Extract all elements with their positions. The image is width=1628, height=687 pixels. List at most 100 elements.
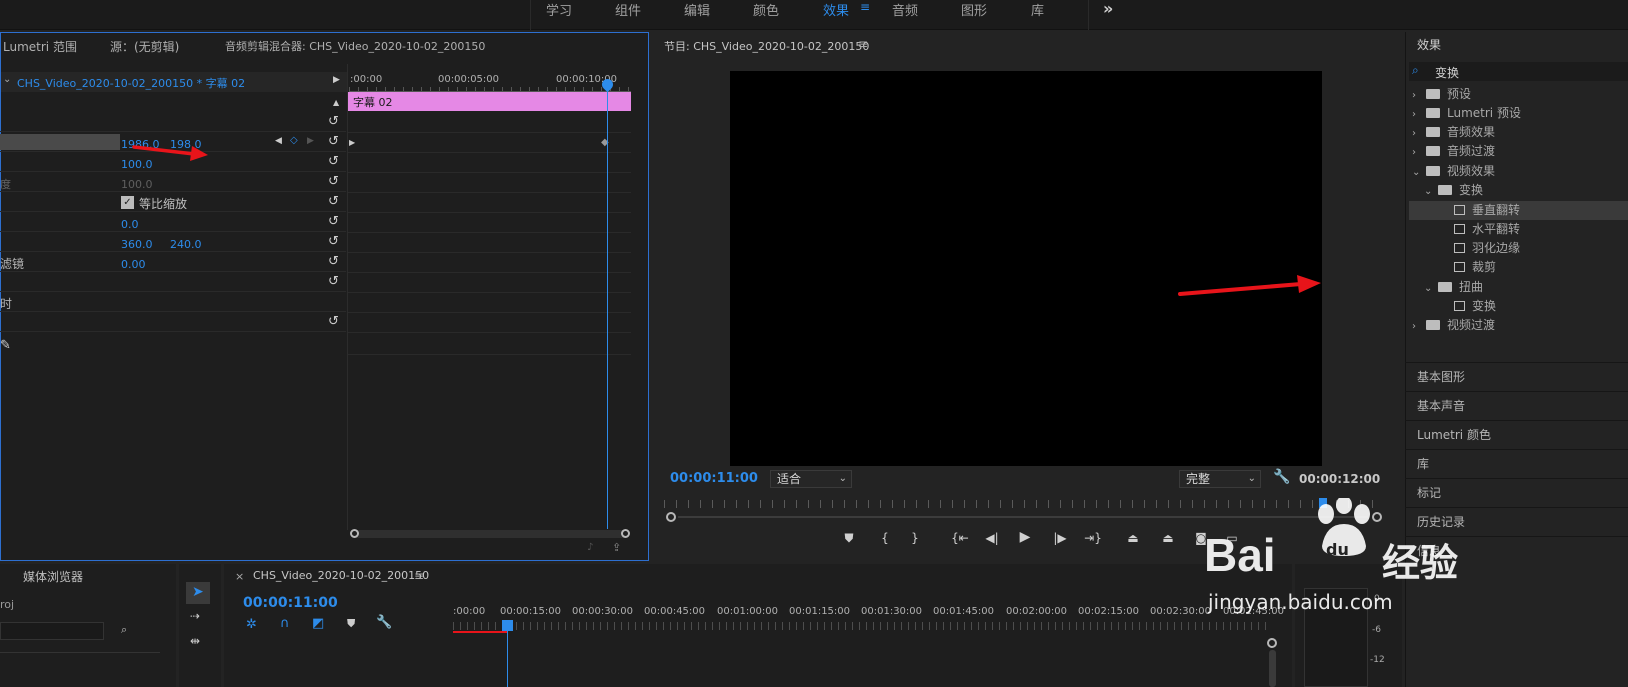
effects-panel-title[interactable]: 效果 [1417, 36, 1441, 53]
panel-essential-graphics[interactable]: 基本图形 [1405, 362, 1628, 391]
chevron-down-icon[interactable]: ⌄ [3, 74, 11, 85]
tree-lumetri-presets[interactable]: › Lumetri 预设 [1412, 104, 1521, 123]
track-select-tool-icon[interactable]: ⇢ [190, 609, 200, 623]
tab-source[interactable]: 源：(无剪辑) [110, 38, 179, 55]
go-to-in-icon[interactable]: {⇤ [950, 531, 970, 545]
tab-audio-clip-mixer[interactable]: 音频剪辑混合器: CHS_Video_2020-10-02_200150 [225, 38, 485, 54]
ec-zoom-scrollbar[interactable] [350, 529, 630, 538]
wrench-icon[interactable]: 🔧 [1273, 469, 1290, 485]
workspace-assembly[interactable]: 组件 [615, 0, 641, 19]
workspace-editing[interactable]: 编辑 [684, 0, 710, 19]
title-clip-bar[interactable]: 字幕 02 [348, 92, 631, 111]
step-forward-icon[interactable]: |▶ [1052, 531, 1068, 545]
export-icon[interactable]: ⇪ [612, 541, 621, 554]
workspace-menu-icon[interactable]: ≡ [860, 0, 870, 14]
timeline-playhead-handle[interactable] [502, 620, 513, 631]
reset-icon[interactable]: ↺ [328, 215, 342, 229]
tree-presets[interactable]: › 预设 [1412, 85, 1471, 104]
panel-lumetri-color[interactable]: Lumetri 颜色 [1405, 420, 1628, 449]
uniform-scale-checkbox[interactable]: ✓ [121, 196, 134, 209]
next-keyframe-icon[interactable]: ▶ [307, 136, 314, 146]
position-slider[interactable] [0, 134, 120, 150]
linked-selection-icon[interactable]: ◩ [312, 616, 324, 631]
program-video-frame[interactable] [730, 71, 1322, 466]
add-marker-icon[interactable]: ⛊ [347, 617, 355, 631]
timeline-zoom-handle[interactable] [1267, 638, 1277, 648]
timeline-ruler[interactable]: :00:00 00:00:15:00 00:00:30:00 00:00:45:… [453, 604, 1284, 634]
lift-icon[interactable]: ⏏ [1125, 531, 1141, 545]
timeline-vscrollbar[interactable] [1269, 650, 1276, 687]
workspace-graphics[interactable]: 图形 [961, 0, 987, 19]
play-icon[interactable]: ▶ [1017, 529, 1033, 545]
collapse-icon[interactable]: ▲ [333, 98, 339, 107]
tree-video-transitions[interactable]: › 视频过渡 [1412, 316, 1495, 335]
reset-icon[interactable]: ↺ [328, 275, 342, 289]
project-search-input[interactable] [0, 622, 104, 640]
pen-icon[interactable]: ✎ [0, 338, 11, 353]
tree-transform-folder[interactable]: ⌄ 变换 [1424, 181, 1483, 200]
effects-search-input[interactable]: ⌕ 变换 [1409, 62, 1628, 81]
panel-markers[interactable]: 标记 [1405, 478, 1628, 507]
reset-icon[interactable]: ↺ [328, 315, 342, 329]
panel-history[interactable]: 历史记录 [1405, 507, 1628, 536]
nest-icon[interactable]: ✲ [246, 617, 257, 632]
camera-icon[interactable]: ◙ [1193, 531, 1209, 545]
reset-icon[interactable]: ↺ [328, 255, 342, 269]
tab-media-browser[interactable]: 媒体浏览器 [23, 568, 83, 585]
reset-icon[interactable]: ↺ [328, 175, 342, 189]
selection-tool[interactable]: ➤ [186, 582, 210, 604]
tab-lumetri-scopes[interactable]: Lumetri 范围 [3, 38, 77, 55]
wrench-icon[interactable]: 🔧 [376, 615, 392, 630]
mark-out-icon[interactable]: } [907, 531, 923, 545]
search-bin-icon[interactable]: ⌕ [121, 623, 127, 637]
more-workspaces-icon[interactable]: » [1103, 0, 1113, 18]
reset-icon[interactable]: ↺ [328, 115, 342, 129]
program-playhead[interactable] [1319, 498, 1327, 508]
workspace-audio[interactable]: 音频 [892, 0, 918, 19]
fit-dropdown[interactable]: 适合 ⌄ [770, 470, 852, 488]
add-marker-icon[interactable]: ⛊ [841, 531, 857, 546]
panel-info[interactable]: 信息 [1405, 536, 1628, 565]
program-monitor-title[interactable]: 节目: CHS_Video_2020-10-02_200150 [664, 38, 869, 54]
tree-transform-effect[interactable]: 变换 [1454, 297, 1496, 316]
tree-audio-transitions[interactable]: › 音频过渡 [1412, 142, 1495, 161]
program-scrollbar[interactable] [666, 512, 1382, 522]
mark-in-icon[interactable]: { [877, 531, 893, 545]
compare-icon[interactable]: ▭ [1224, 531, 1240, 545]
rotation-value[interactable]: 0.0 [121, 218, 139, 231]
tree-distort-folder[interactable]: ⌄ 扭曲 [1424, 278, 1483, 297]
ripple-edit-tool-icon[interactable]: ⇹ [190, 634, 200, 648]
panel-essential-sound[interactable]: 基本声音 [1405, 391, 1628, 420]
tree-horizontal-flip[interactable]: 水平翻转 [1454, 220, 1520, 239]
panel-menu-icon[interactable]: ≡ [858, 37, 868, 51]
timeline-timecode[interactable]: 00:00:11:00 [243, 595, 338, 611]
step-back-icon[interactable]: ◀| [984, 531, 1000, 545]
tree-audio-effects[interactable]: › 音频效果 [1412, 123, 1495, 142]
close-icon[interactable]: × [235, 570, 244, 583]
anchor-x-value[interactable]: 360.0 [121, 238, 153, 251]
prev-keyframe-icon[interactable]: ◀ [275, 136, 282, 146]
snap-magnet-icon[interactable]: ∩ [280, 616, 290, 631]
extract-icon[interactable]: ⏏ [1160, 531, 1176, 545]
program-ruler[interactable] [664, 500, 1378, 508]
workspace-effects[interactable]: 效果 [823, 0, 849, 19]
go-to-out-icon[interactable]: ⇥} [1083, 531, 1103, 545]
add-keyframe-icon[interactable]: ◇ [290, 135, 298, 146]
tree-feather-edges[interactable]: 羽化边缘 [1454, 239, 1520, 258]
program-timecode[interactable]: 00:00:11:00 [670, 471, 758, 486]
tree-vertical-flip[interactable]: 垂直翻转 [1409, 201, 1628, 220]
expand-icon[interactable]: ▶ [349, 138, 355, 147]
reset-icon[interactable]: ↺ [328, 135, 342, 149]
anchor-y-value[interactable]: 240.0 [170, 238, 202, 251]
workspace-learning[interactable]: 学习 [546, 0, 572, 19]
workspace-color[interactable]: 颜色 [753, 0, 779, 19]
quality-dropdown[interactable]: 完整 ⌄ [1179, 470, 1261, 488]
tree-crop[interactable]: 裁剪 [1454, 258, 1496, 277]
panel-menu-icon[interactable]: ≡ [414, 569, 424, 583]
panel-libraries[interactable]: 库 [1405, 449, 1628, 478]
reset-icon[interactable]: ↺ [328, 155, 342, 169]
workspace-libraries[interactable]: 库 [1031, 0, 1044, 19]
reset-icon[interactable]: ↺ [328, 195, 342, 209]
filter-value[interactable]: 0.00 [121, 258, 146, 271]
sequence-tab[interactable]: CHS_Video_2020-10-02_200150 [253, 569, 429, 582]
